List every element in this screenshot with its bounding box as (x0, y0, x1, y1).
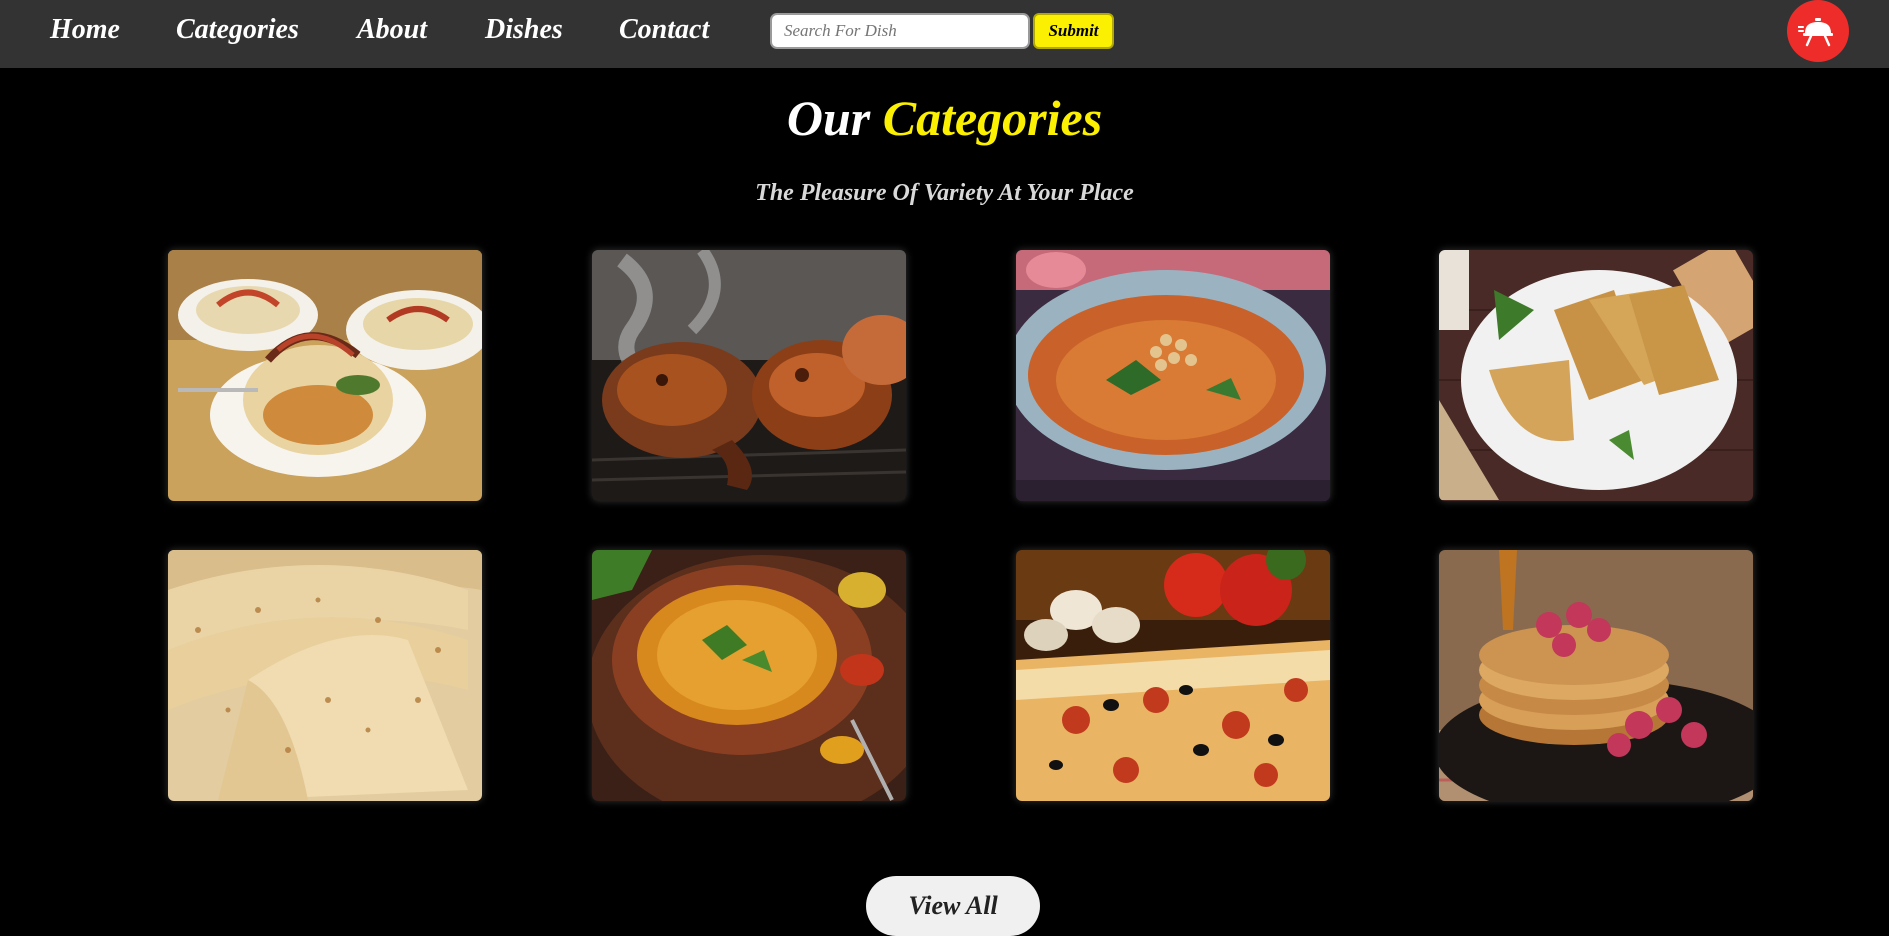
category-card-pizza[interactable] (1016, 550, 1330, 801)
category-card-paratha[interactable] (1439, 250, 1753, 501)
nav-link-contact[interactable]: Contact (619, 0, 709, 60)
roti-image (168, 550, 482, 801)
nav-link-dishes[interactable]: Dishes (485, 0, 563, 60)
title-prefix: Our (786, 90, 871, 146)
pancakes-image (1439, 550, 1753, 801)
category-card-dal[interactable] (592, 550, 906, 801)
dal-image (592, 550, 906, 801)
view-all-button[interactable]: View All (866, 876, 1040, 936)
nav-link-categories[interactable]: Categories (176, 0, 299, 60)
paratha-image (1439, 250, 1753, 501)
search-input[interactable] (770, 13, 1030, 49)
title-accent: Categories (882, 90, 1103, 146)
category-card-rice-bowls[interactable] (168, 250, 482, 501)
rice-bowls-image (168, 250, 482, 501)
submit-button[interactable]: Submit (1033, 13, 1114, 49)
delivery-cloche-icon[interactable] (1787, 0, 1849, 62)
section-title: Our Categories (0, 86, 1889, 150)
grilled-chicken-image (592, 250, 906, 501)
pizza-image (1016, 550, 1330, 801)
section-subtitle: The Pleasure Of Variety At Your Place (755, 180, 1134, 206)
category-card-pancakes[interactable] (1439, 550, 1753, 801)
category-card-grilled-chicken[interactable] (592, 250, 906, 501)
nav-link-about[interactable]: About (357, 0, 427, 60)
category-card-roti[interactable] (168, 550, 482, 801)
chickpea-curry-image (1016, 250, 1330, 501)
top-navbar: Home Categories About Dishes Contact Sub… (0, 0, 1889, 68)
category-card-chickpea-curry[interactable] (1016, 250, 1330, 501)
nav-link-home[interactable]: Home (50, 0, 120, 60)
